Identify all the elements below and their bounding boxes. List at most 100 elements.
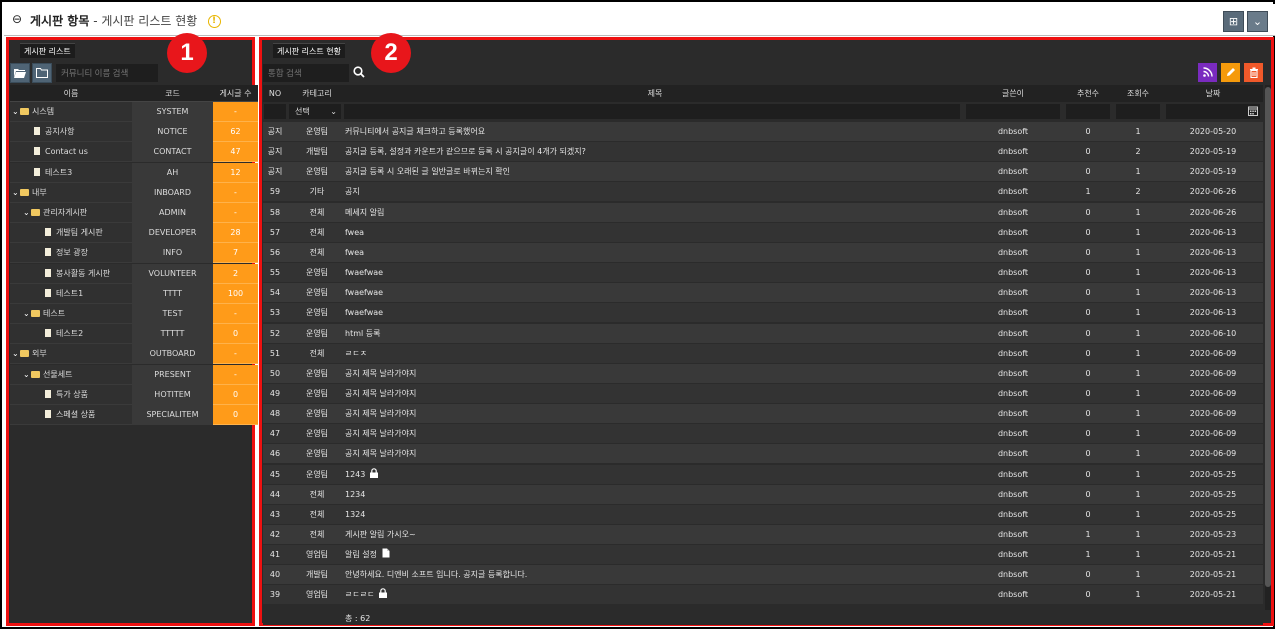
post-title[interactable]: ㄹㄷㄹㄷ: [345, 585, 388, 605]
tree-row[interactable]: 공지사항 NOTICE 62: [10, 122, 258, 143]
table-row[interactable]: 49 운영팀 공지 제목 날라가야지 dnbsoft 0 1 2020-06-09: [263, 383, 1263, 404]
open-folder-button[interactable]: [10, 63, 30, 83]
col-recommend[interactable]: 추천수: [1063, 85, 1113, 102]
post-title[interactable]: 1234: [345, 485, 365, 505]
table-row[interactable]: 공지 운영팀 커뮤니티에서 공지글 체크하고 등록했어요 dnbsoft 0 1 2020-…: [263, 122, 1263, 142]
col-date[interactable]: 날짜: [1163, 85, 1263, 102]
tree-row[interactable]: 테스트2 TTTTT 0: [10, 324, 258, 345]
col-category[interactable]: 카테고리: [287, 85, 347, 102]
chevron-down-icon[interactable]: ⌄: [23, 203, 31, 223]
table-row[interactable]: 46 운영팀 공지 제목 날라가야지 dnbsoft 0 1 2020-06-09: [263, 444, 1263, 465]
table-row[interactable]: 41 영업팀 알림 설정 dnbsoft 1 1 2020-05-21: [263, 545, 1263, 566]
table-row[interactable]: 51 전체 ㄹㄷㅈ dnbsoft 0 1 2020-06-09: [263, 343, 1263, 364]
table-row[interactable]: 45 운영팀 1243 dnbsoft 0 1 2020-05-25: [263, 464, 1263, 485]
post-title[interactable]: 공지: [345, 182, 360, 202]
post-title[interactable]: ㄹㄷㅈ: [345, 344, 367, 364]
rss-button[interactable]: [1198, 63, 1217, 82]
post-title[interactable]: 안녕하세요. 디엔비 소프트 입니다. 공지글 등록합니다.: [345, 565, 527, 585]
post-title[interactable]: 공지 제목 날라가야지: [345, 424, 416, 444]
col-name[interactable]: 이름: [10, 85, 132, 102]
edit-button[interactable]: [1221, 63, 1240, 82]
table-row[interactable]: 48 운영팀 공지 제목 날라가야지 dnbsoft 0 1 2020-06-09: [263, 404, 1263, 425]
table-row[interactable]: 43 전체 1324 dnbsoft 0 1 2020-05-25: [263, 504, 1263, 525]
table-scrollbar[interactable]: [1265, 85, 1271, 610]
chevron-down-icon[interactable]: ⌄: [12, 102, 20, 122]
filter-date[interactable]: [1166, 104, 1260, 119]
table-row[interactable]: 50 운영팀 공지 제목 날라가야지 dnbsoft 0 1 2020-06-09: [263, 363, 1263, 384]
tree-row[interactable]: 특가 상품 HOTITEM 0: [10, 384, 258, 405]
table-row[interactable]: 54 운영팀 fwaefwae dnbsoft 0 1 2020-06-13: [263, 283, 1263, 304]
post-title[interactable]: 공지글 등록 시 오래된 글 일반글로 바뀌는지 확인: [345, 162, 510, 182]
post-title[interactable]: fwea: [345, 223, 364, 243]
col-title[interactable]: 제목: [347, 85, 963, 102]
post-title[interactable]: 1324: [345, 505, 365, 525]
tree-row[interactable]: 봉사활동 게시판 VOLUNTEER 2: [10, 263, 258, 284]
table-row[interactable]: 42 전체 게시판 알림 가시오~ dnbsoft 1 1 2020-05-23: [263, 525, 1263, 545]
col-author[interactable]: 글쓴이: [963, 85, 1063, 102]
post-title[interactable]: 공지 제목 날라가야지: [345, 364, 416, 384]
chevron-down-icon[interactable]: ⌄: [12, 183, 20, 203]
search-icon[interactable]: [353, 66, 365, 80]
tree-row[interactable]: 테스트3 AH 12: [10, 162, 258, 183]
table-row[interactable]: 59 기타 공지 dnbsoft 1 2 2020-06-26: [263, 182, 1263, 203]
chevron-down-icon[interactable]: ⌄: [12, 344, 20, 364]
layout-dropdown-button[interactable]: ⌄: [1247, 11, 1268, 32]
post-title[interactable]: html 등록: [345, 324, 381, 344]
tree-row[interactable]: Contact us CONTACT 47: [10, 142, 258, 163]
tree-row[interactable]: 스페셜 상품 SPECIALITEM 0: [10, 405, 258, 425]
col-views[interactable]: 조회수: [1113, 85, 1163, 102]
tree-row[interactable]: 개발팀 게시판 DEVELOPER 28: [10, 223, 258, 244]
back-icon[interactable]: ⊖: [12, 13, 24, 25]
post-title[interactable]: 공지 제목 날라가야지: [345, 444, 416, 464]
chevron-down-icon[interactable]: ⌄: [23, 304, 31, 324]
scrollbar-thumb[interactable]: [1265, 87, 1271, 587]
tab-board-status[interactable]: 게시판 리스트 현황: [273, 43, 345, 58]
folder-button[interactable]: [32, 63, 52, 83]
filter-title[interactable]: [344, 104, 960, 119]
warning-icon[interactable]: !: [207, 15, 221, 28]
post-title[interactable]: 커뮤니티에서 공지글 체크하고 등록했어요: [345, 122, 485, 142]
table-row[interactable]: 공지 개발팀 공지글 등록, 설정과 카운트가 같으므로 등록 시 공지글이 4개가…: [263, 142, 1263, 163]
post-title[interactable]: fwaefwae: [345, 283, 383, 303]
table-row[interactable]: 40 개발팀 안녕하세요. 디엔비 소프트 입니다. 공지글 등록합니다. dnbso…: [263, 565, 1263, 586]
table-row[interactable]: 53 운영팀 fwaefwae dnbsoft 0 1 2020-06-13: [263, 303, 1263, 324]
table-row[interactable]: 58 전체 메세지 알림 dnbsoft 0 1 2020-06-26: [263, 202, 1263, 223]
filter-author[interactable]: [966, 104, 1060, 119]
post-title[interactable]: 1243: [345, 465, 379, 485]
post-title[interactable]: fwaefwae: [345, 263, 383, 283]
table-row[interactable]: 57 전체 fwea dnbsoft 0 1 2020-06-13: [263, 222, 1263, 243]
table-row[interactable]: 44 전체 1234 dnbsoft 0 1 2020-05-25: [263, 484, 1263, 505]
post-title[interactable]: 공지 제목 날라가야지: [345, 384, 416, 404]
post-title[interactable]: 공지 제목 날라가야지: [345, 404, 416, 424]
tree-row[interactable]: ⌄ 시스템 SYSTEM -: [10, 102, 258, 122]
global-search-input[interactable]: [263, 64, 349, 82]
filter-recommend[interactable]: [1066, 104, 1110, 119]
community-search-input[interactable]: [56, 64, 158, 82]
calendar-icon[interactable]: [1248, 106, 1258, 116]
col-code[interactable]: 코드: [132, 85, 213, 102]
tree-row[interactable]: ⌄ 관리자게시판 ADMIN -: [10, 203, 258, 223]
tree-row[interactable]: ⌄ 내부 INBOARD -: [10, 182, 258, 203]
post-title[interactable]: fwaefwae: [345, 303, 383, 323]
filter-views[interactable]: [1116, 104, 1160, 119]
tree-row[interactable]: ⌄ 테스트 TEST -: [10, 304, 258, 324]
table-row[interactable]: 공지 운영팀 공지글 등록 시 오래된 글 일반글로 바뀌는지 확인 dnbsoft 0…: [263, 162, 1263, 183]
tab-board-list[interactable]: 게시판 리스트: [20, 43, 75, 58]
filter-no[interactable]: [264, 104, 286, 119]
table-row[interactable]: 47 운영팀 공지 제목 날라가야지 dnbsoft 0 1 2020-06-09: [263, 424, 1263, 445]
table-row[interactable]: 56 전체 fwea dnbsoft 0 1 2020-06-13: [263, 242, 1263, 263]
tree-row[interactable]: ⌄ 선물세트 PRESENT -: [10, 364, 258, 385]
tree-row[interactable]: ⌄ 외부 OUTBOARD -: [10, 344, 258, 365]
tree-row[interactable]: 정보 광장 INFO 7: [10, 243, 258, 264]
category-select[interactable]: 선택 ⌄: [289, 104, 341, 119]
layout-grid-button[interactable]: ⊞: [1223, 11, 1244, 32]
table-row[interactable]: 55 운영팀 fwaefwae dnbsoft 0 1 2020-06-13: [263, 263, 1263, 284]
post-title[interactable]: 공지글 등록, 설정과 카운트가 같으므로 등록 시 공지글이 4개가 되겠지?: [345, 142, 586, 162]
tree-row[interactable]: 테스트1 TTTT 100: [10, 283, 258, 304]
col-no[interactable]: NO: [263, 85, 287, 102]
post-title[interactable]: 메세지 알림: [345, 203, 384, 223]
delete-button[interactable]: [1244, 63, 1263, 82]
post-title[interactable]: fwea: [345, 243, 364, 263]
post-title[interactable]: 게시판 알림 가시오~: [345, 525, 416, 545]
post-title[interactable]: 알림 설정: [345, 545, 391, 565]
